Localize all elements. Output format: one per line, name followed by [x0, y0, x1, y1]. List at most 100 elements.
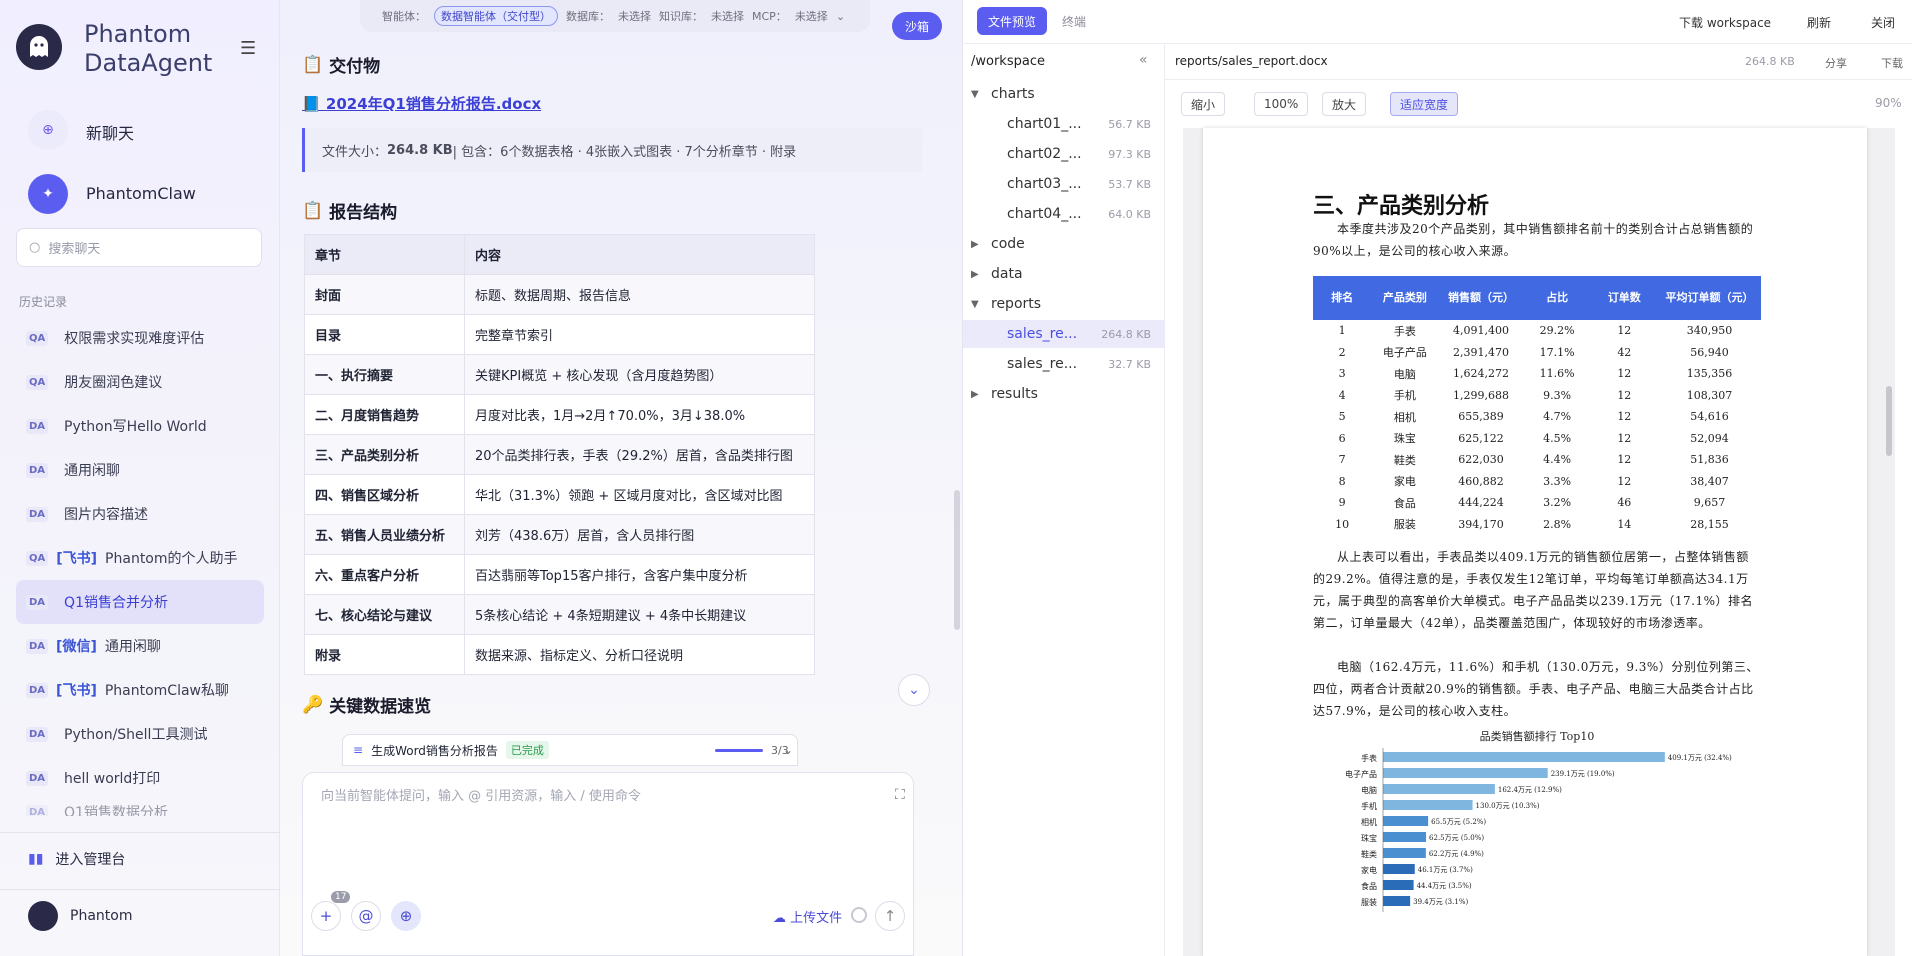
table-row: 五、销售人员业绩分析 刘芳（438.6万）居首，含人员排行图 [304, 514, 815, 555]
folder-item[interactable]: ▶ data [963, 260, 1165, 288]
file-item[interactable]: sales_re... 32.7 KB [963, 350, 1165, 378]
admin-console-button[interactable]: ▮▮ 进入管理台 [0, 832, 280, 884]
folder-item[interactable]: ▶ results [963, 380, 1165, 408]
zoom-100-button[interactable]: 100% [1254, 92, 1309, 116]
table-row: 9 食品 444,224 3.2% 46 9,657 [1338, 496, 1726, 510]
globe-icon[interactable]: ⊕ [391, 901, 421, 931]
file-item[interactable]: chart04_... 64.0 KB [963, 200, 1165, 228]
history-item[interactable]: DA 图片内容描述 [16, 492, 264, 536]
section-heading: 三、产品类别分析 [1313, 193, 1490, 219]
collapse-sidebar-icon[interactable]: ☰ [240, 38, 256, 59]
download-button[interactable]: 下载 [1881, 55, 1903, 71]
bar [1383, 880, 1414, 890]
file-item[interactable]: chart02_... 97.3 KB [963, 140, 1165, 168]
chevron-down-icon: ▼ [971, 298, 979, 310]
chat-input[interactable]: 向当前智能体提问，输入 @ 引用资源，输入 / 使用命令 ⛶ + 17 @ ⊕ … [302, 772, 914, 956]
fit-width-button[interactable]: 适应宽度 [1390, 92, 1459, 116]
viewer-scrollbar[interactable] [1883, 128, 1895, 956]
new-chat-button[interactable]: 新聊天 [86, 120, 134, 144]
history-item[interactable]: DA [微信] 通用闲聊 [16, 624, 264, 668]
report-doc-link[interactable]: 📘 2024年Q1销售分析报告.docx [302, 93, 541, 114]
folder-item[interactable]: ▶ code [963, 230, 1165, 258]
table-row: 六、重点客户分析 百达翡丽等Top15客户排行，含客户集中度分析 [304, 554, 815, 595]
history-item[interactable]: DA [飞书] PhantomClaw私聊 [16, 668, 264, 712]
history-item[interactable]: QA [飞书] Phantom的个人助手 [16, 536, 264, 580]
bar-category-label: 食品 [1361, 881, 1377, 891]
folder-item[interactable]: ▼ charts [963, 80, 1165, 108]
bar-value-label: 46.1万元 (3.7%) [1418, 866, 1473, 874]
file-item[interactable]: chart01_... 56.7 KB [963, 110, 1165, 138]
chat-scrollbar[interactable] [954, 490, 960, 630]
zoom-out-button[interactable]: 缩小 [1181, 92, 1226, 116]
upload-file-button[interactable]: ☁ 上传文件 [773, 907, 842, 926]
download-workspace-button[interactable]: 下载 workspace [1679, 14, 1771, 31]
sandbox-button[interactable]: 沙箱 [892, 12, 942, 40]
history-item[interactable]: DA Python写Hello World [16, 404, 264, 448]
table-row: 二、月度销售趋势 月度对比表，1月→2月↑70.0%，3月↓38.0% [304, 394, 815, 435]
tab-file-preview[interactable]: 文件预览 [977, 7, 1048, 35]
file-item[interactable]: sales_re... 264.8 KB [963, 320, 1165, 348]
scroll-down-button[interactable]: ⌄ [898, 674, 930, 706]
user-profile[interactable]: Phantom [0, 889, 280, 941]
history-item[interactable]: DA Python/Shell工具测试 [16, 712, 264, 756]
file-info-box: 文件大小： 264.8 KB | 包含：6个数据表格 · 4张嵌入式图表 · 7个… [302, 128, 922, 172]
table-row: 4 手机 1,299,688 9.3% 12 108,307 [1338, 388, 1733, 403]
search-chat-input[interactable]: ○ 搜索聊天 [16, 228, 262, 267]
sidebar: Phantom DataAgent ☰ ⊕ 新聊天 ✦ PhantomClaw ○… [0, 0, 280, 956]
history-item[interactable]: QA 权限需求实现难度评估 [16, 316, 264, 360]
list-icon: ≡ [353, 743, 364, 757]
file-item[interactable]: chart03_... 53.7 KB [963, 170, 1165, 198]
deliverable-heading: 📋 交付物 [302, 54, 381, 78]
claw-icon[interactable]: ✦ [28, 174, 68, 214]
folder-item[interactable]: ▼ reports [963, 290, 1165, 318]
cloud-upload-icon: ☁ [773, 911, 791, 926]
bar [1383, 800, 1473, 810]
database-selector[interactable]: 未选择 [618, 8, 651, 24]
table-row: 封面 标题、数据周期、报告信息 [304, 274, 815, 315]
refresh-button[interactable]: 刷新 [1807, 14, 1831, 31]
table-row: 7 鞋类 622,030 4.4% 12 51,836 [1338, 453, 1729, 467]
zoom-in-button[interactable]: 放大 [1322, 92, 1367, 116]
mention-button[interactable]: @ [351, 901, 381, 931]
file-size: 264.8 KB [1745, 55, 1795, 68]
bar-category-label: 家电 [1361, 865, 1377, 875]
count-badge: 17 [331, 891, 351, 903]
expand-icon[interactable]: ⛶ [895, 787, 905, 803]
tab-terminal[interactable]: 终端 [1051, 7, 1097, 35]
bar [1383, 784, 1495, 794]
history-item[interactable]: DA 通用闲聊 [16, 448, 264, 492]
chevron-down-icon[interactable]: ⌄ [836, 10, 845, 23]
collapse-tree-icon[interactable]: « [1139, 52, 1148, 68]
table-row: 目录 完整章节索引 [304, 314, 815, 355]
new-chat-icon[interactable]: ⊕ [28, 110, 68, 150]
chevron-right-icon: ▶ [971, 238, 979, 250]
phantomclaw-button[interactable]: PhantomClaw [86, 184, 196, 203]
add-attachment-button[interactable]: + [311, 901, 341, 931]
structure-heading: 📋 报告结构 [302, 200, 398, 224]
close-button[interactable]: 关闭 [1871, 14, 1895, 31]
task-progress-bar [715, 749, 763, 752]
table-row: 1 手表 4,091,400 29.2% 12 340,950 [1338, 324, 1733, 338]
share-button[interactable]: 分享 [1825, 55, 1847, 71]
document-viewer[interactable]: 三、产品类别分析 本季度共涉及20个产品类别，其中销售额排名前十的类别合计占总销… [1183, 128, 1895, 956]
bar-value-label: 239.1万元 (19.0%) [1551, 770, 1615, 778]
agent-selector[interactable]: 数据智能体（交付型） [434, 6, 558, 26]
bar-category-label: 电子产品 [1345, 769, 1377, 779]
chart-title: 品类销售额排行 Top10 [1479, 730, 1595, 743]
history-item-active[interactable]: DA Q1销售合并分析 [16, 580, 264, 624]
table-row: 2 电子产品 2,391,470 17.1% 42 56,940 [1338, 345, 1729, 360]
chat-panel: 智能体： 数据智能体（交付型） 数据库： 未选择 知识库： 未选择 MCP： 未选择 ⌄… [280, 0, 962, 956]
chevron-down-icon[interactable]: ⌄ [783, 743, 793, 757]
history-item[interactable]: DA Q1销售数据分析 [16, 800, 264, 816]
history-item[interactable]: QA 朋友圈润色建议 [16, 360, 264, 404]
table-row: 8 家电 460,882 3.3% 12 38,407 [1338, 474, 1729, 489]
mcp-selector[interactable]: 未选择 [795, 8, 828, 24]
keydata-heading: 🔑 关键数据速览 [302, 694, 432, 718]
report-structure-table: 章节 内容 封面 标题、数据周期、报告信息 目录 完整章节索引 一、执行摘要 关键KPI… [304, 234, 815, 675]
doc-paragraph: 电脑（162.4万元，11.6%）和手机（130.0万元，9.3%）分别位列第三… [1313, 660, 1759, 718]
send-button[interactable]: ↑ [875, 901, 905, 931]
knowledge-selector[interactable]: 未选择 [711, 8, 744, 24]
history-item[interactable]: DA hell world打印 [16, 756, 264, 800]
task-status-bar[interactable]: ≡ 生成Word销售分析报告 已完成 3/3 ⌄ [342, 734, 798, 766]
status-badge: 已完成 [505, 741, 549, 759]
